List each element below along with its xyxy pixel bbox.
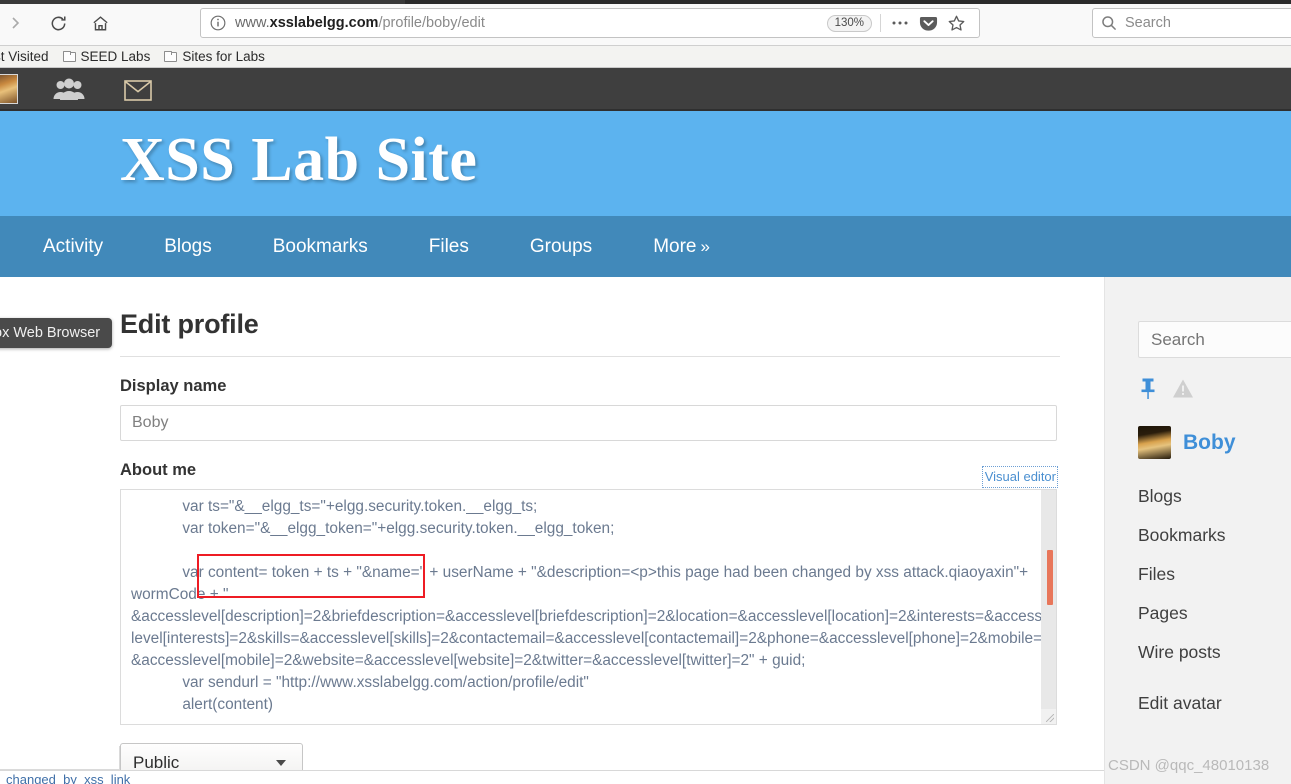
- topbar-avatar[interactable]: [0, 74, 18, 104]
- chevron-down-icon: [276, 760, 286, 766]
- page-body: Edit profile Display name About me Visua…: [0, 277, 1291, 784]
- sidebar-username[interactable]: Boby: [1183, 431, 1236, 455]
- url-bar[interactable]: www.xsslabelgg.com/profile/boby/edit 130…: [200, 8, 980, 38]
- zoom-level-badge[interactable]: 130%: [826, 14, 872, 32]
- url-divider: [880, 14, 881, 32]
- site-header: XSS Lab Site: [0, 111, 1291, 216]
- nav-item-groups[interactable]: Groups: [514, 216, 608, 277]
- bookmark-label: SEED Labs: [80, 49, 151, 64]
- tabstrip-edge-right: [405, 0, 1291, 4]
- url-text: www.xsslabelgg.com/profile/boby/edit: [235, 15, 827, 31]
- info-icon[interactable]: [209, 14, 227, 32]
- bookmark-seed-labs[interactable]: SEED Labs: [62, 49, 151, 64]
- sidebar-item-edit-avatar[interactable]: Edit avatar: [1138, 684, 1291, 723]
- warning-triangle-icon[interactable]: [1172, 378, 1194, 404]
- search-icon: [1101, 15, 1117, 31]
- nav-item-more-label: More: [653, 236, 697, 257]
- nav-item-files[interactable]: Files: [413, 216, 485, 277]
- site-navigation: Activity Blogs Bookmarks Files Groups Mo…: [0, 216, 1291, 277]
- reload-icon[interactable]: [44, 9, 72, 37]
- csdn-watermark: CSDN @qqc_48010138: [1108, 757, 1270, 774]
- bookmark-most-visited[interactable]: st Visited: [0, 49, 49, 64]
- browser-search-placeholder: Search: [1125, 15, 1171, 31]
- bottom-status-strip: changed_by_xss_link_: [0, 770, 1104, 784]
- bookmark-label: st Visited: [0, 49, 49, 64]
- sidebar-item-blogs[interactable]: Blogs: [1138, 477, 1291, 516]
- nav-item-bookmarks[interactable]: Bookmarks: [257, 216, 384, 277]
- url-path: /profile/boby/edit: [378, 15, 485, 31]
- textarea-resize-handle[interactable]: [1041, 709, 1056, 724]
- display-name-input[interactable]: [120, 405, 1057, 441]
- sidebar-item-files[interactable]: Files: [1138, 555, 1291, 594]
- about-me-textarea-content: var ts="&__elgg_ts="+elgg.security.token…: [131, 498, 1043, 713]
- url-host: xsslabelgg.com: [269, 15, 379, 31]
- page-left-gap: [0, 746, 120, 770]
- sidebar-item-wire-posts[interactable]: Wire posts: [1138, 633, 1291, 672]
- folder-icon: [62, 51, 76, 62]
- bookmark-label: Sites for Labs: [182, 49, 265, 64]
- folder-icon: [164, 51, 178, 62]
- page-title: Edit profile: [120, 277, 1060, 357]
- sidebar-item-pages[interactable]: Pages: [1138, 594, 1291, 633]
- browser-nav-buttons: [0, 8, 114, 38]
- sidebar-item-bookmarks[interactable]: Bookmarks: [1138, 516, 1291, 555]
- forward-icon[interactable]: [2, 9, 30, 37]
- visual-editor-link[interactable]: Visual editor: [981, 466, 1059, 488]
- site-title: XSS Lab Site: [120, 126, 478, 194]
- pin-icon[interactable]: [1138, 377, 1158, 406]
- star-icon[interactable]: [945, 12, 967, 34]
- textarea-scrollbar[interactable]: [1041, 490, 1056, 724]
- display-name-label: Display name: [120, 377, 227, 395]
- bookmark-sites-for-labs[interactable]: Sites for Labs: [164, 49, 265, 64]
- about-me-textarea[interactable]: var ts="&__elgg_ts="+elgg.security.token…: [120, 489, 1057, 725]
- ellipsis-icon[interactable]: [889, 12, 911, 34]
- url-prefix: www.: [235, 15, 270, 31]
- bottom-status-text: changed_by_xss_link_: [6, 772, 138, 784]
- textarea-scrollbar-thumb[interactable]: [1047, 550, 1053, 605]
- right-sidebar: Boby Blogs Bookmarks Files Pages Wire po…: [1138, 277, 1291, 723]
- bookmarks-bar: st Visited SEED Labs Sites for Labs: [0, 46, 1291, 68]
- nav-item-activity[interactable]: Activity: [27, 216, 119, 277]
- pocket-icon[interactable]: [917, 12, 939, 34]
- browser-chrome: www.xsslabelgg.com/profile/boby/edit 130…: [0, 0, 1291, 46]
- home-icon[interactable]: [86, 9, 114, 37]
- sidebar-user[interactable]: Boby: [1138, 426, 1291, 459]
- firefox-tooltip: ox Web Browser: [0, 318, 113, 348]
- sidebar-links: Blogs Bookmarks Files Pages Wire posts E…: [1138, 477, 1291, 723]
- nav-item-blogs[interactable]: Blogs: [148, 216, 228, 277]
- about-me-label: About me: [120, 461, 197, 479]
- friends-icon[interactable]: [52, 78, 86, 102]
- sidebar-search-input[interactable]: [1138, 321, 1291, 358]
- browser-search-bar[interactable]: Search: [1092, 8, 1291, 38]
- avatar[interactable]: [1138, 426, 1171, 459]
- chevron-double-right-icon: »: [700, 237, 710, 256]
- about-me-row: About me Visual editor: [120, 441, 1059, 489]
- envelope-icon[interactable]: [124, 80, 152, 101]
- main-content: Edit profile Display name About me Visua…: [120, 277, 1060, 783]
- sidebar-action-icons: [1138, 378, 1291, 404]
- nav-item-more[interactable]: More»: [637, 216, 726, 277]
- elgg-topbar: [0, 68, 1291, 111]
